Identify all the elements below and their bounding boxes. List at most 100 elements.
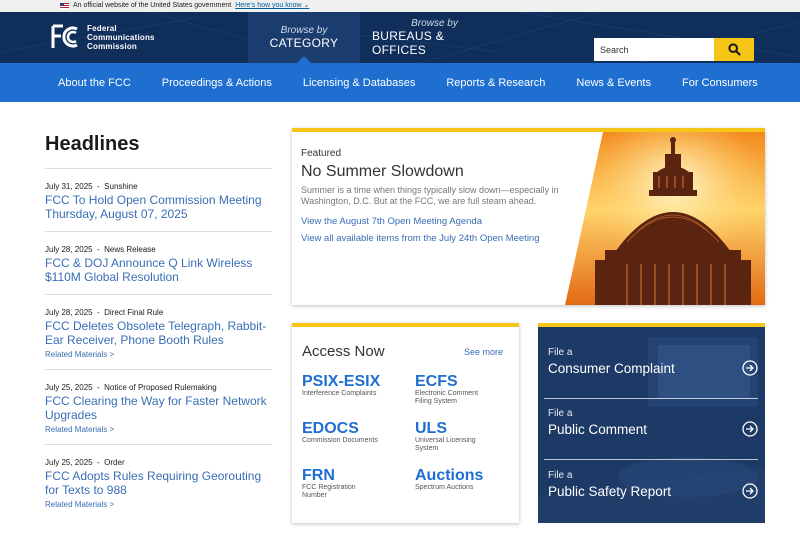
headline-date: July 28, 2025 [45, 308, 93, 317]
headline-meta: July 25, 2025 - Order [45, 458, 125, 467]
chevron-down-icon: ⌄ [303, 2, 310, 9]
access-code: Auctions [415, 467, 484, 484]
headline-meta: July 25, 2025 - Notice of Proposed Rulem… [45, 383, 217, 392]
browse-bureaus-small: Browse by [411, 18, 458, 29]
search-box [594, 38, 754, 61]
file-a-small: File a [548, 347, 573, 358]
headline-item: July 28, 2025 - News Release FCC & DOJ A… [45, 231, 272, 294]
headlines-title: Headlines [45, 133, 140, 155]
related-materials-link[interactable]: Related Materials > [45, 350, 272, 359]
file-a-small: File a [548, 408, 573, 419]
nav-reports-research[interactable]: Reports & Research [446, 77, 545, 89]
file-a-big: Public Comment [548, 422, 648, 437]
file-public-comment-link[interactable]: File a Public Comment [548, 408, 758, 466]
headline-link[interactable]: FCC To Hold Open Commission Meeting Thur… [45, 193, 272, 221]
headline-date: July 25, 2025 [45, 458, 93, 467]
headline-meta: July 28, 2025 - Direct Final Rule [45, 308, 164, 317]
headline-meta: July 28, 2025 - News Release [45, 245, 156, 254]
site-header: Federal Communications Commission Browse… [0, 12, 800, 63]
access-desc: Universal Licensing System [415, 437, 476, 452]
access-desc: Commission Documents [302, 437, 378, 444]
featured-link-items[interactable]: View all available items from the July 2… [301, 233, 561, 244]
access-item-auctions[interactable]: Auctions Spectrum Auctions [415, 467, 520, 492]
access-now-card: Access Now See more PSIX-ESIX Interferen… [292, 323, 519, 523]
browse-by-bureaus-button[interactable]: Browse by BUREAUS & OFFICES [372, 12, 497, 63]
us-flag-icon [60, 3, 69, 9]
nav-licensing-databases[interactable]: Licensing & Databases [303, 77, 416, 89]
file-consumer-complaint-link[interactable]: File a Consumer Complaint [548, 347, 758, 405]
gov-banner-text: An official website of the United States… [73, 2, 232, 9]
heres-how-you-know-link[interactable]: Here's how you know ⌄ [235, 0, 309, 12]
headline-type: Notice of Proposed Rulemaking [104, 383, 217, 392]
nav-about-the-fcc[interactable]: About the FCC [58, 77, 131, 89]
access-item-ecfs[interactable]: ECFS Electronic Comment Filing System [415, 373, 520, 406]
file-a-big: Consumer Complaint [548, 361, 675, 376]
access-desc: FCC Registration Number [302, 484, 356, 499]
arrow-right-circle-icon [742, 421, 758, 437]
search-icon [727, 43, 741, 56]
headline-item: July 25, 2025 - Notice of Proposed Rulem… [45, 369, 272, 444]
headline-date: July 25, 2025 [45, 383, 93, 392]
arrow-right-circle-icon [742, 360, 758, 376]
headline-link[interactable]: FCC Adopts Rules Requiring Georouting fo… [45, 469, 272, 497]
search-button[interactable] [714, 38, 754, 61]
headline-item: July 25, 2025 - Order FCC Adopts Rules R… [45, 444, 272, 519]
file-public-safety-report-link[interactable]: File a Public Safety Report [548, 470, 758, 523]
headline-link[interactable]: FCC & DOJ Announce Q Link Wireless $110M… [45, 256, 272, 284]
featured-description: Summer is a time when things typically s… [301, 185, 559, 206]
see-more-link[interactable]: See more [464, 347, 503, 357]
featured-text: Featured No Summer Slowdown Summer is a … [301, 148, 561, 250]
access-code: ECFS [415, 373, 458, 390]
file-a-divider [544, 398, 758, 399]
featured-title: No Summer Slowdown [301, 163, 464, 180]
access-code: FRN [302, 467, 335, 484]
access-code: ULS [415, 420, 447, 437]
headline-date: July 31, 2025 [45, 182, 93, 191]
logo-line-2: Communications [87, 32, 155, 42]
nav-news-events[interactable]: News & Events [576, 77, 651, 89]
file-a-big: Public Safety Report [548, 484, 672, 499]
access-item-frn[interactable]: FRN FCC Registration Number [302, 467, 407, 500]
headline-meta: July 31, 2025 - Sunshine [45, 182, 138, 191]
file-a-small: File a [548, 470, 573, 481]
headline-link[interactable]: FCC Deletes Obsolete Telegraph, Rabbit-E… [45, 319, 272, 347]
fcc-logo[interactable]: Federal Communications Commission [50, 23, 155, 51]
featured-card: Featured No Summer Slowdown Summer is a … [292, 128, 765, 305]
browse-by-category-button[interactable]: Browse by CATEGORY [248, 12, 360, 63]
access-item-psix-esix[interactable]: PSIX-ESIX Interference Complaints [302, 373, 407, 398]
headline-item: July 28, 2025 - Direct Final Rule FCC De… [45, 294, 272, 369]
headline-type: News Release [104, 245, 156, 254]
file-a-card: File a Consumer Complaint File a Public … [538, 323, 765, 523]
headline-link[interactable]: FCC Clearing the Way for Faster Network … [45, 394, 272, 422]
related-materials-link[interactable]: Related Materials > [45, 500, 272, 509]
related-materials-link[interactable]: Related Materials > [45, 425, 272, 434]
heres-how-you-know-label: Here's how you know [235, 2, 302, 9]
logo-line-3: Commission [87, 41, 138, 51]
headlines-section: Headlines July 31, 2025 - Sunshine FCC T… [45, 133, 272, 519]
nav-for-consumers[interactable]: For Consumers [682, 77, 758, 89]
headline-date: July 28, 2025 [45, 245, 93, 254]
main-nav: About the FCC Proceedings & Actions Lice… [0, 63, 800, 102]
browse-category-big: CATEGORY [269, 36, 339, 50]
gov-banner: An official website of the United States… [0, 0, 800, 12]
access-code: PSIX-ESIX [302, 373, 381, 390]
headline-item: July 31, 2025 - Sunshine FCC To Hold Ope… [45, 168, 272, 231]
browse-category-small: Browse by [280, 25, 328, 36]
browse-bureaus-big: BUREAUS & OFFICES [372, 29, 445, 57]
access-desc: Electronic Comment Filing System [415, 390, 479, 405]
file-a-divider [544, 459, 758, 460]
featured-label: Featured [301, 148, 342, 159]
headline-type: Sunshine [104, 182, 138, 191]
headline-type: Order [104, 458, 125, 467]
access-item-edocs[interactable]: EDOCS Commission Documents [302, 420, 407, 445]
capitol-dome-image [565, 132, 765, 305]
arrow-right-circle-icon [742, 483, 758, 499]
access-code: EDOCS [302, 420, 359, 437]
fcc-logo-icon [51, 24, 78, 48]
nav-proceedings-actions[interactable]: Proceedings & Actions [162, 77, 272, 89]
access-item-uls[interactable]: ULS Universal Licensing System [415, 420, 520, 453]
search-input[interactable] [594, 38, 714, 61]
featured-link-agenda[interactable]: View the August 7th Open Meeting Agenda [301, 216, 561, 227]
headline-type: Direct Final Rule [104, 308, 164, 317]
access-desc: Spectrum Auctions [415, 484, 474, 491]
